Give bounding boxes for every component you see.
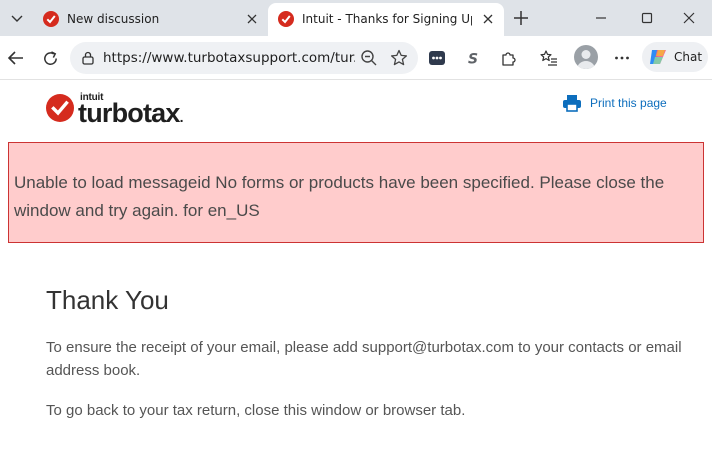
refresh-icon bbox=[43, 50, 57, 65]
address-bar[interactable]: https://www.turbotaxsupport.com/tur... bbox=[70, 42, 418, 74]
printer-icon bbox=[563, 95, 581, 112]
tab-strip: New discussion Intuit - Thanks for Signi… bbox=[0, 0, 712, 36]
tab-close-button[interactable] bbox=[244, 11, 260, 27]
chevron-down-icon bbox=[11, 15, 23, 22]
zoom-out-icon[interactable] bbox=[360, 49, 378, 67]
profile-avatar[interactable] bbox=[574, 45, 598, 69]
print-page-label: Print this page bbox=[590, 96, 667, 110]
minimize-icon bbox=[596, 17, 606, 19]
turbotax-check-icon bbox=[43, 11, 59, 27]
tab-new-discussion[interactable]: New discussion bbox=[33, 3, 268, 36]
error-message-text: Unable to load messageid No forms or pro… bbox=[14, 173, 665, 220]
logo-brand-suffix: . bbox=[179, 109, 184, 125]
dots-extension-icon bbox=[429, 51, 445, 65]
settings-more-button[interactable] bbox=[608, 44, 636, 72]
close-window-button[interactable] bbox=[666, 5, 712, 31]
turbotax-check-icon bbox=[278, 11, 294, 27]
more-horizontal-icon bbox=[615, 56, 629, 60]
instructions-paragraph: To ensure the receipt of your email, ple… bbox=[46, 339, 682, 379]
tab-title: New discussion bbox=[67, 12, 160, 26]
close-icon bbox=[247, 14, 257, 24]
browser-toolbar: https://www.turbotaxsupport.com/tur... S… bbox=[0, 36, 712, 80]
return-instructions-paragraph: To go back to your tax return, close thi… bbox=[46, 402, 466, 419]
site-info-lock-icon bbox=[82, 51, 94, 65]
maximize-icon bbox=[641, 12, 653, 24]
close-icon bbox=[483, 14, 493, 24]
tab-close-button[interactable] bbox=[480, 11, 496, 27]
copilot-icon bbox=[650, 50, 666, 64]
favorite-star-icon[interactable] bbox=[390, 49, 408, 67]
new-tab-button[interactable] bbox=[510, 7, 532, 29]
back-button[interactable] bbox=[2, 44, 30, 72]
turbotax-check-logo-icon bbox=[46, 94, 74, 122]
favorites-button[interactable] bbox=[535, 44, 563, 72]
refresh-button[interactable] bbox=[36, 44, 64, 72]
copilot-chat-button[interactable]: Chat bbox=[642, 42, 708, 72]
person-icon bbox=[577, 50, 595, 69]
extensions-button[interactable] bbox=[495, 44, 523, 72]
extension-button-reader[interactable] bbox=[423, 44, 451, 72]
tab-actions-menu-button[interactable] bbox=[4, 5, 30, 31]
web-page: intuit turbotax. Print this page Unable … bbox=[0, 81, 712, 458]
back-arrow-icon bbox=[7, 51, 23, 65]
error-message-box: Unable to load messageid No forms or pro… bbox=[8, 142, 704, 243]
s-extension-icon: S bbox=[468, 52, 478, 68]
svg-text:S: S bbox=[468, 52, 478, 68]
maximize-button[interactable] bbox=[624, 5, 670, 31]
close-icon bbox=[683, 12, 695, 24]
favorites-list-icon bbox=[540, 50, 557, 66]
page-heading: Thank You bbox=[46, 285, 169, 315]
extension-button-s[interactable]: S bbox=[459, 44, 487, 72]
minimize-button[interactable] bbox=[578, 5, 624, 31]
puzzle-icon bbox=[502, 52, 516, 66]
plus-icon bbox=[514, 11, 528, 25]
tab-intuit-thanks[interactable]: Intuit - Thanks for Signing Up bbox=[268, 3, 504, 36]
logo-brand-text: turbotax. bbox=[78, 98, 184, 128]
print-page-link[interactable]: Print this page bbox=[562, 94, 667, 112]
tab-title: Intuit - Thanks for Signing Up bbox=[302, 12, 472, 26]
turbotax-logo[interactable]: intuit turbotax. bbox=[46, 91, 196, 131]
url-text[interactable]: https://www.turbotaxsupport.com/tur... bbox=[103, 42, 355, 74]
chat-label: Chat bbox=[674, 50, 703, 64]
